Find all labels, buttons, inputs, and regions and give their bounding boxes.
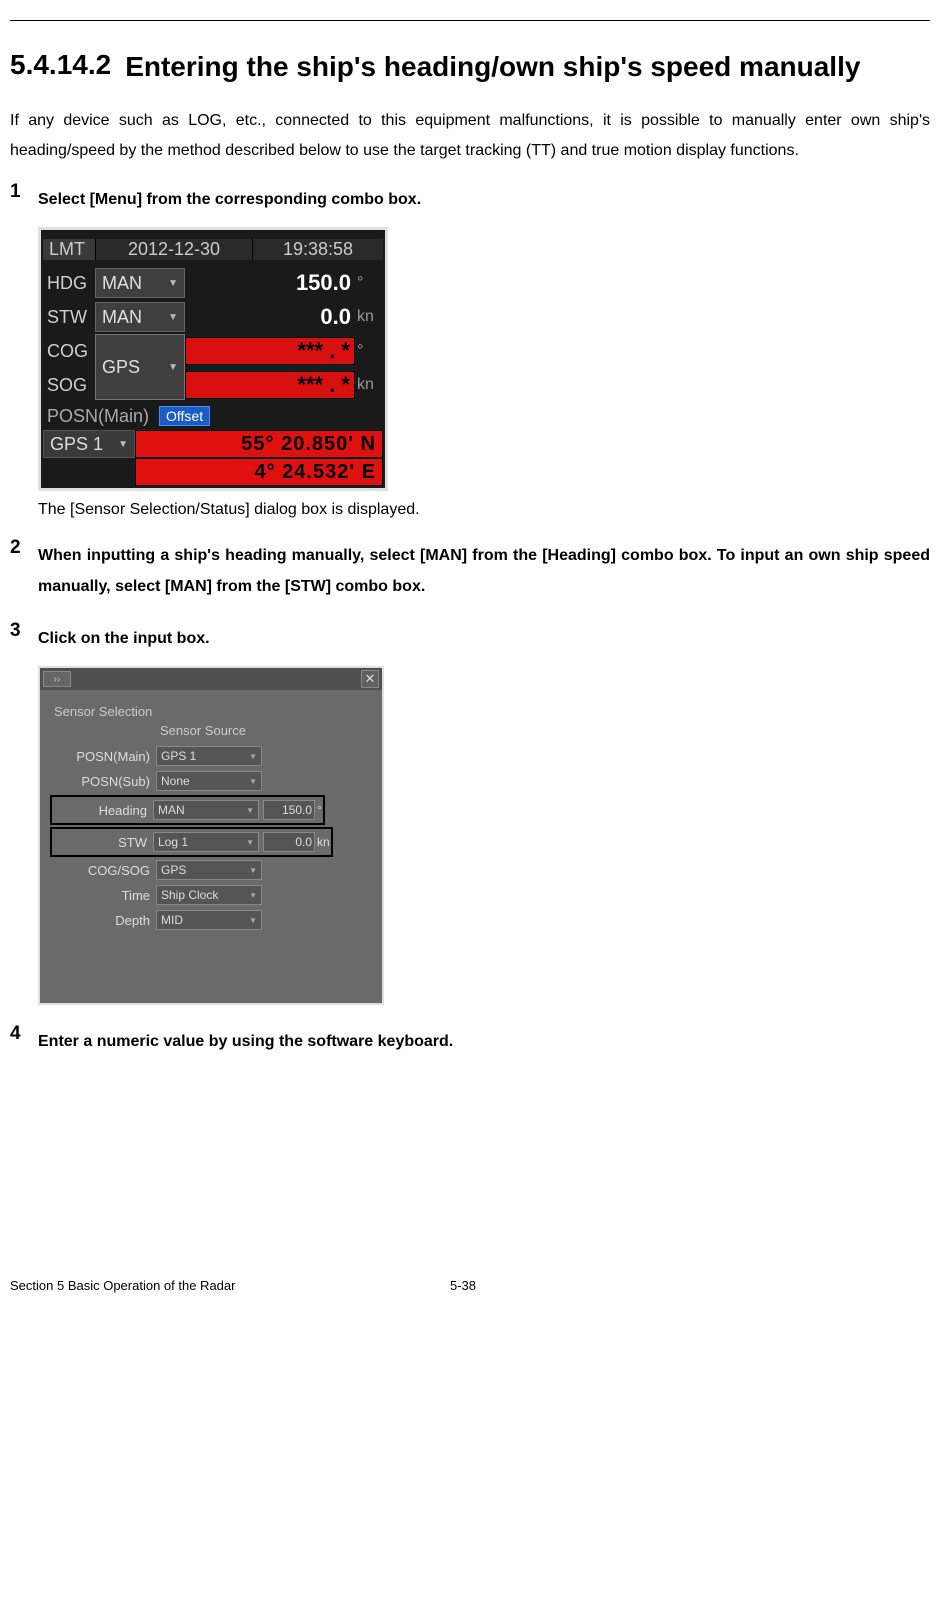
chevron-down-icon: ▼ [118, 439, 128, 450]
step-4: 4 Enter a numeric value by using the sof… [38, 1027, 930, 1057]
cogsog-dlg-combobox[interactable]: GPS ▼ [156, 860, 262, 880]
step-title: Enter a numeric value by using the softw… [38, 1027, 930, 1057]
lon-value: 4° 24.532' E [135, 458, 383, 486]
sog-value: *** . * [185, 371, 355, 399]
pin-button[interactable]: ›› [43, 671, 71, 687]
step-title: Select [Menu] from the corresponding com… [38, 185, 930, 215]
own-ship-info-panel: LMT 2012-12-30 19:38:58 HDG MAN ▼ 150.0 … [38, 227, 388, 491]
posn-source-value: GPS 1 [50, 434, 103, 455]
stw-dlg-label: STW [53, 835, 153, 850]
section-number: 5.4.14.2 [10, 49, 111, 81]
column-header: Sensor Source [50, 721, 372, 744]
depth-dlg-combobox[interactable]: MID ▼ [156, 910, 262, 930]
hdg-value[interactable]: 150.0 [185, 270, 355, 296]
posn-main-combobox[interactable]: GPS 1 ▼ [156, 746, 262, 766]
sensor-selection-dialog: ›› ✕ Sensor Selection Sensor Source POSN… [38, 666, 384, 1005]
top-rule [10, 20, 930, 21]
time-value: 19:38:58 [253, 239, 383, 260]
step-number: 1 [10, 181, 21, 203]
highlight-heading-row: Heading MAN ▼ 150.0 ° [50, 795, 325, 825]
section-heading: 5.4.14.2 Entering the ship's heading/own… [10, 49, 930, 84]
dialog-titlebar: ›› ✕ [40, 668, 382, 690]
highlight-stw-row: STW Log 1 ▼ 0.0 kn [50, 827, 333, 857]
chevron-down-icon: ▼ [249, 866, 257, 875]
hdg-source-value: MAN [102, 273, 142, 294]
pin-icon: ›› [54, 674, 61, 685]
time-dlg-label: Time [50, 888, 156, 903]
depth-dlg-label: Depth [50, 913, 156, 928]
close-icon: ✕ [365, 671, 376, 687]
cog-unit: ° [355, 342, 383, 360]
section-title: Entering the ship's heading/own ship's s… [125, 49, 860, 84]
stw-unit: kn [355, 308, 383, 326]
posn-source-combobox[interactable]: GPS 1 ▼ [43, 430, 135, 458]
lat-value: 55° 20.850' N [135, 430, 383, 458]
heading-input[interactable]: 150.0 [263, 800, 315, 820]
chevron-down-icon: ▼ [249, 916, 257, 925]
stw-dlg-combobox[interactable]: Log 1 ▼ [153, 832, 259, 852]
intro-paragraph: If any device such as LOG, etc., connect… [10, 106, 930, 167]
footer-section: Section 5 Basic Operation of the Radar [10, 1278, 450, 1293]
step-title: Click on the input box. [38, 624, 930, 654]
step-number: 3 [10, 620, 21, 642]
hdg-unit: ° [355, 274, 383, 292]
stw-label: STW [43, 307, 95, 328]
step-after-text: The [Sensor Selection/Status] dialog box… [38, 501, 930, 519]
time-dlg-combobox[interactable]: Ship Clock ▼ [156, 885, 262, 905]
hdg-source-combobox[interactable]: MAN ▼ [95, 268, 185, 298]
chevron-down-icon: ▼ [168, 312, 178, 323]
heading-unit: ° [317, 803, 322, 817]
stw-source-value: MAN [102, 307, 142, 328]
offset-button[interactable]: Offset [159, 406, 210, 426]
posn-label: POSN(Main) [43, 406, 149, 427]
cog-value: *** . * [185, 337, 355, 365]
page-footer: Section 5 Basic Operation of the Radar 5… [10, 1278, 930, 1293]
sog-unit: kn [355, 376, 383, 394]
chevron-down-icon: ▼ [249, 752, 257, 761]
step-title: When inputting a ship's heading manually… [38, 541, 930, 602]
stw-dlg-unit: kn [317, 835, 330, 849]
chevron-down-icon: ▼ [246, 838, 254, 847]
close-button[interactable]: ✕ [361, 670, 379, 688]
posn-main-label: POSN(Main) [50, 749, 156, 764]
step-3: 3 Click on the input box. ›› ✕ Sensor Se… [38, 624, 930, 1005]
step-2: 2 When inputting a ship's heading manual… [38, 541, 930, 602]
stw-dlg-input[interactable]: 0.0 [263, 832, 315, 852]
time-ref-label: LMT [43, 239, 95, 260]
heading-label: Heading [53, 803, 153, 818]
cogsog-source-value: GPS [102, 357, 140, 378]
posn-sub-label: POSN(Sub) [50, 774, 156, 789]
footer-page: 5-38 [450, 1278, 476, 1293]
stw-source-combobox[interactable]: MAN ▼ [95, 302, 185, 332]
fieldset-label: Sensor Selection [50, 702, 372, 721]
cogsog-dlg-label: COG/SOG [50, 863, 156, 878]
chevron-down-icon: ▼ [249, 777, 257, 786]
sog-label: SOG [43, 368, 95, 402]
cogsog-source-combobox[interactable]: GPS ▼ [95, 334, 185, 400]
stw-value[interactable]: 0.0 [185, 304, 355, 330]
date-value: 2012-12-30 [95, 239, 253, 260]
chevron-down-icon: ▼ [249, 891, 257, 900]
chevron-down-icon: ▼ [168, 278, 178, 289]
posn-sub-combobox[interactable]: None ▼ [156, 771, 262, 791]
chevron-down-icon: ▼ [246, 806, 254, 815]
step-list: 1 Select [Menu] from the corresponding c… [10, 185, 930, 1058]
hdg-label: HDG [43, 273, 95, 294]
step-number: 2 [10, 537, 21, 559]
step-number: 4 [10, 1023, 21, 1045]
heading-combobox[interactable]: MAN ▼ [153, 800, 259, 820]
chevron-down-icon: ▼ [168, 362, 178, 373]
step-1: 1 Select [Menu] from the corresponding c… [38, 185, 930, 519]
cog-label: COG [43, 334, 95, 368]
